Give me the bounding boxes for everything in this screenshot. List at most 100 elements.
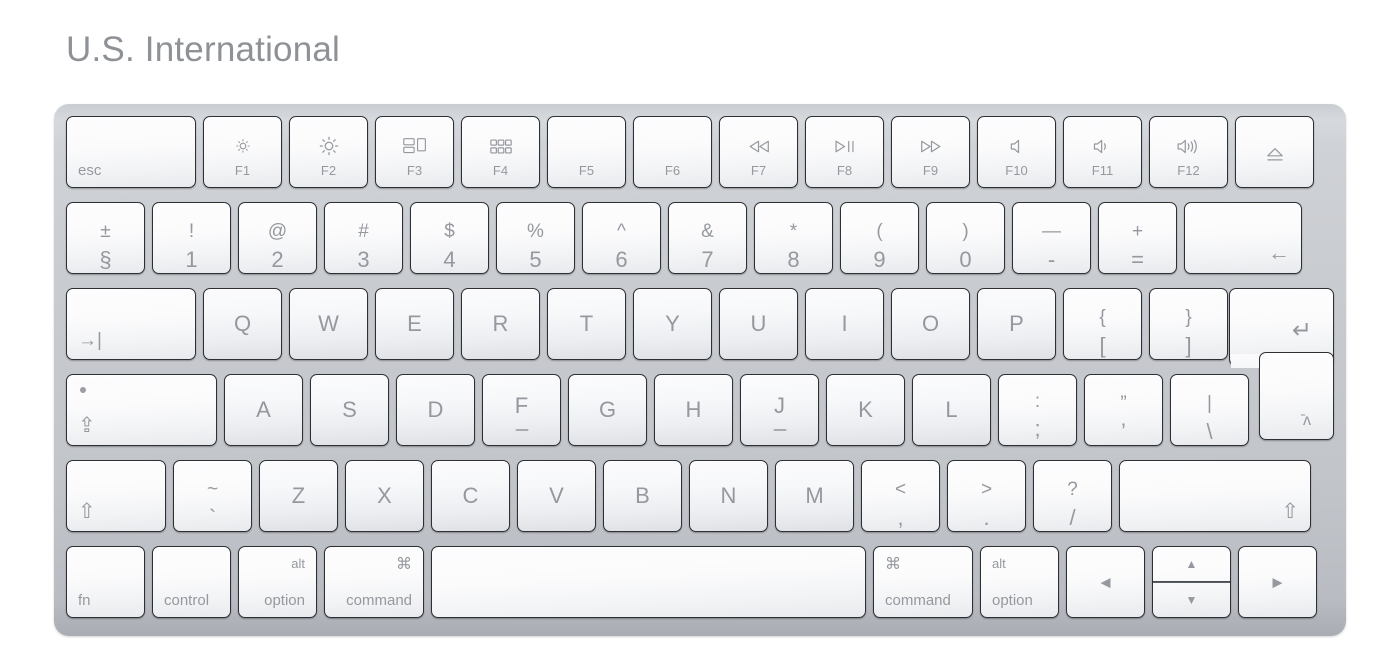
key-quote[interactable]: ” ’ [1084,374,1163,446]
key-i-label: I [841,311,848,336]
key-7[interactable]: & 7 [668,202,747,274]
delete-arrow-icon: ← [1268,240,1290,265]
key-f8-label: F8 [836,163,853,178]
key-f7-label: F7 [750,163,767,178]
shift-arrow-icon: ⇧ [78,500,96,523]
key-i[interactable]: I [805,288,884,360]
key-8-label: 8 [787,247,800,272]
key-shift-right[interactable]: ⇧ [1119,460,1311,532]
key-comma-label: , [897,505,904,530]
key-q[interactable]: Q [203,288,282,360]
key-k-label: K [858,397,873,422]
key-2-label: 2 [271,247,284,272]
key-x[interactable]: X [345,460,424,532]
key-4[interactable]: $ 4 [410,202,489,274]
key-f6[interactable]: F6 [633,116,712,188]
key-e[interactable]: E [375,288,454,360]
key-f2[interactable]: F2 [289,116,368,188]
key-r[interactable]: R [461,288,540,360]
key-9[interactable]: ( 9 [840,202,919,274]
key-t[interactable]: T [547,288,626,360]
key-0[interactable]: ) 0 [926,202,1005,274]
arrow-right-icon: ▶ [1272,574,1283,590]
key-comma-shift-label: < [894,479,907,500]
key-option-left[interactable]: alt option [238,546,317,618]
key-shift-left[interactable]: ⇧ [66,460,166,532]
key-f7[interactable]: F7 [719,116,798,188]
key-f8[interactable]: F8 [805,116,884,188]
key-n[interactable]: N [689,460,768,532]
key-backslash[interactable]: | \ [1170,374,1249,446]
key-p[interactable]: P [977,288,1056,360]
key-period[interactable]: > . [947,460,1026,532]
key-g[interactable]: G [568,374,647,446]
key-esc[interactable]: esc [66,116,196,188]
key-h[interactable]: H [654,374,733,446]
key-eject[interactable] [1235,116,1314,188]
key-l[interactable]: L [912,374,991,446]
key-comma[interactable]: < , [861,460,940,532]
key-minus[interactable]: — - [1012,202,1091,274]
key-caps-lock[interactable]: ⇪ [66,374,217,446]
key-f9[interactable]: F9 [891,116,970,188]
key-option-right[interactable]: alt option [980,546,1059,618]
key-s[interactable]: S [310,374,389,446]
key-section[interactable]: ± § [66,202,145,274]
key-f1[interactable]: F1 [203,116,282,188]
key-j[interactable]: J [740,374,819,446]
key-f10-label: F10 [1005,163,1028,178]
key-f4[interactable]: F4 [461,116,540,188]
volume-down-icon [1064,135,1141,157]
key-f[interactable]: F [482,374,561,446]
key-fn[interactable]: fn [66,546,145,618]
key-4-shift-label: $ [444,221,455,242]
key-b[interactable]: B [603,460,682,532]
key-c[interactable]: C [431,460,510,532]
key-semicolon[interactable]: : ; [998,374,1077,446]
arrow-up-icon[interactable]: ▲ [1153,558,1230,570]
key-o[interactable]: O [891,288,970,360]
play-pause-icon [806,135,883,157]
key-z[interactable]: Z [259,460,338,532]
key-3[interactable]: # 3 [324,202,403,274]
key-1[interactable]: ! 1 [152,202,231,274]
key-bracket-left[interactable]: { [ [1063,288,1142,360]
key-b-label: B [635,483,650,508]
key-y[interactable]: Y [633,288,712,360]
key-a[interactable]: A [224,374,303,446]
key-8[interactable]: * 8 [754,202,833,274]
key-w[interactable]: W [289,288,368,360]
arrow-down-icon[interactable]: ▼ [1153,594,1230,606]
key-control[interactable]: control [152,546,231,618]
key-f10[interactable]: F10 [977,116,1056,188]
key-k[interactable]: K [826,374,905,446]
key-slash[interactable]: ? / [1033,460,1112,532]
key-space[interactable] [431,546,866,618]
key-grave[interactable]: ~ ` [173,460,252,532]
key-d[interactable]: D [396,374,475,446]
key-v[interactable]: V [517,460,596,532]
key-6[interactable]: ^ 6 [582,202,661,274]
key-tab[interactable]: →| [66,288,196,360]
key-delete[interactable]: ← [1184,202,1302,274]
key-bracket-right[interactable]: } ] [1149,288,1228,360]
key-u[interactable]: U [719,288,798,360]
key-f3[interactable]: F3 [375,116,454,188]
key-command-right[interactable]: ⌘ command [873,546,973,618]
key-arrow-right[interactable]: ▶ [1238,546,1317,618]
key-slash-label: / [1069,505,1076,530]
key-equal[interactable]: + = [1098,202,1177,274]
key-f12[interactable]: F12 [1149,116,1228,188]
key-d-label: D [427,397,444,422]
key-m[interactable]: M [775,460,854,532]
key-control-label: control [164,592,210,609]
key-f11[interactable]: F11 [1063,116,1142,188]
key-t-label: T [579,311,594,336]
key-2[interactable]: @ 2 [238,202,317,274]
key-f5[interactable]: F5 [547,116,626,188]
key-bracket-right-label: ] [1185,333,1192,358]
key-command-left[interactable]: ⌘ command [324,546,424,618]
key-5[interactable]: % 5 [496,202,575,274]
key-arrow-updown[interactable]: ▲ ▼ [1152,546,1231,618]
key-arrow-left[interactable]: ◀ [1066,546,1145,618]
